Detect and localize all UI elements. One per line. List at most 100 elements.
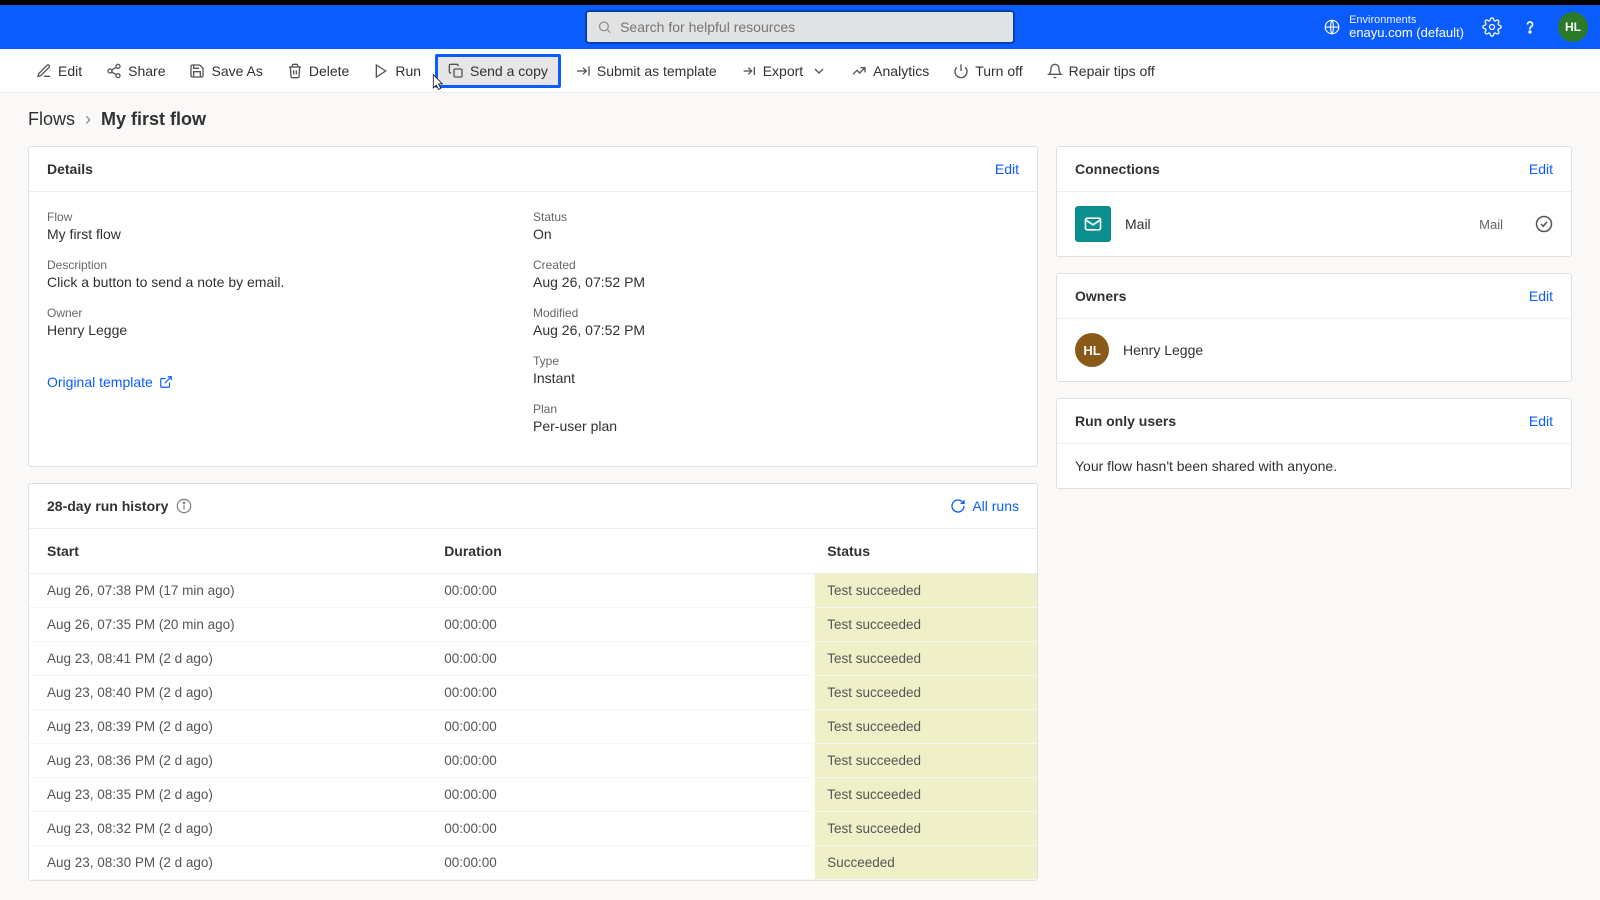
run-status: Test succeeded — [815, 812, 1037, 846]
run-history-table: Start Duration Status Aug 26, 07:38 PM (… — [29, 529, 1037, 880]
original-template-link[interactable]: Original template — [47, 374, 173, 390]
flow-value: My first flow — [47, 226, 533, 242]
environment-icon — [1323, 18, 1341, 36]
analytics-button[interactable]: Analytics — [841, 57, 939, 85]
breadcrumb-root[interactable]: Flows — [28, 109, 75, 130]
owner-label: Owner — [47, 306, 533, 320]
description-value: Click a button to send a note by email. — [47, 274, 533, 290]
owner-value: Henry Legge — [47, 322, 533, 338]
info-icon[interactable] — [176, 498, 192, 514]
run-only-empty-text: Your flow hasn't been shared with anyone… — [1075, 458, 1337, 474]
run-status: Test succeeded — [815, 744, 1037, 778]
run-start: Aug 23, 08:41 PM (2 d ago) — [29, 642, 432, 676]
connections-edit-link[interactable]: Edit — [1529, 161, 1553, 177]
owner-avatar: HL — [1075, 333, 1109, 367]
run-button[interactable]: Run — [363, 57, 431, 85]
mail-icon — [1075, 206, 1111, 242]
table-row[interactable]: Aug 23, 08:39 PM (2 d ago)00:00:00Test s… — [29, 710, 1037, 744]
run-duration: 00:00:00 — [432, 608, 815, 642]
table-row[interactable]: Aug 23, 08:32 PM (2 d ago)00:00:00Test s… — [29, 812, 1037, 846]
submit-template-button[interactable]: Submit as template — [565, 57, 727, 85]
run-duration: 00:00:00 — [432, 710, 815, 744]
send-copy-button[interactable]: Send a copy — [435, 54, 561, 88]
environment-name: enayu.com (default) — [1349, 26, 1464, 40]
run-start: Aug 23, 08:40 PM (2 d ago) — [29, 676, 432, 710]
run-duration: 00:00:00 — [432, 812, 815, 846]
repair-tips-button[interactable]: Repair tips off — [1037, 57, 1165, 85]
run-duration: 00:00:00 — [432, 744, 815, 778]
status-value: On — [533, 226, 1019, 242]
settings-icon[interactable] — [1482, 17, 1502, 37]
run-history-card: 28-day run history All runs Start Durati… — [28, 483, 1038, 881]
run-only-title: Run only users — [1075, 413, 1176, 429]
table-row[interactable]: Aug 26, 07:35 PM (20 min ago)00:00:00Tes… — [29, 608, 1037, 642]
owners-title: Owners — [1075, 288, 1126, 304]
run-only-edit-link[interactable]: Edit — [1529, 413, 1553, 429]
table-row[interactable]: Aug 26, 07:38 PM (17 min ago)00:00:00Tes… — [29, 574, 1037, 608]
connection-row[interactable]: Mail Mail — [1075, 206, 1553, 242]
created-label: Created — [533, 258, 1019, 272]
details-card: Details Edit FlowMy first flow Descripti… — [28, 146, 1038, 467]
owners-edit-link[interactable]: Edit — [1529, 288, 1553, 304]
run-status: Test succeeded — [815, 676, 1037, 710]
connection-name: Mail — [1125, 216, 1151, 232]
table-row[interactable]: Aug 23, 08:35 PM (2 d ago)00:00:00Test s… — [29, 778, 1037, 812]
modified-label: Modified — [533, 306, 1019, 320]
turnoff-button[interactable]: Turn off — [943, 57, 1032, 85]
saveas-button[interactable]: Save As — [179, 57, 272, 85]
col-status[interactable]: Status — [815, 529, 1037, 574]
command-bar: Edit Share Save As Delete Run Send a cop… — [0, 49, 1600, 93]
table-row[interactable]: Aug 23, 08:36 PM (2 d ago)00:00:00Test s… — [29, 744, 1037, 778]
chevron-right-icon: › — [85, 109, 91, 130]
external-link-icon — [159, 375, 173, 389]
run-duration: 00:00:00 — [432, 642, 815, 676]
check-circle-icon — [1535, 215, 1553, 233]
created-value: Aug 26, 07:52 PM — [533, 274, 1019, 290]
flow-label: Flow — [47, 210, 533, 224]
table-row[interactable]: Aug 23, 08:40 PM (2 d ago)00:00:00Test s… — [29, 676, 1037, 710]
run-duration: 00:00:00 — [432, 778, 815, 812]
col-start[interactable]: Start — [29, 529, 432, 574]
all-runs-link[interactable]: All runs — [950, 498, 1019, 514]
user-avatar[interactable]: HL — [1558, 12, 1588, 42]
run-status: Test succeeded — [815, 608, 1037, 642]
connections-title: Connections — [1075, 161, 1160, 177]
breadcrumb-leaf: My first flow — [101, 109, 206, 130]
modified-value: Aug 26, 07:52 PM — [533, 322, 1019, 338]
run-status: Test succeeded — [815, 778, 1037, 812]
run-only-users-card: Run only users Edit Your flow hasn't bee… — [1056, 398, 1572, 489]
connections-card: Connections Edit Mail Mail — [1056, 146, 1572, 257]
environment-label: Environments — [1349, 14, 1464, 26]
table-row[interactable]: Aug 23, 08:30 PM (2 d ago)00:00:00Succee… — [29, 846, 1037, 880]
connection-type: Mail — [1479, 217, 1503, 232]
plan-label: Plan — [533, 402, 1019, 416]
details-edit-link[interactable]: Edit — [995, 161, 1019, 177]
run-start: Aug 23, 08:35 PM (2 d ago) — [29, 778, 432, 812]
export-button[interactable]: Export — [731, 57, 837, 85]
environment-picker[interactable]: Environments enayu.com (default) — [1323, 14, 1464, 40]
details-title: Details — [47, 161, 93, 177]
edit-button[interactable]: Edit — [26, 57, 92, 85]
delete-button[interactable]: Delete — [277, 57, 359, 85]
status-label: Status — [533, 210, 1019, 224]
run-status: Test succeeded — [815, 642, 1037, 676]
type-value: Instant — [533, 370, 1019, 386]
owner-row[interactable]: HL Henry Legge — [1075, 333, 1553, 367]
run-status: Test succeeded — [815, 710, 1037, 744]
table-row[interactable]: Aug 23, 08:41 PM (2 d ago)00:00:00Test s… — [29, 642, 1037, 676]
run-start: Aug 26, 07:35 PM (20 min ago) — [29, 608, 432, 642]
search-input[interactable] — [620, 19, 1003, 35]
search-box[interactable] — [585, 10, 1015, 44]
run-duration: 00:00:00 — [432, 574, 815, 608]
col-duration[interactable]: Duration — [432, 529, 815, 574]
run-start: Aug 23, 08:30 PM (2 d ago) — [29, 846, 432, 880]
share-button[interactable]: Share — [96, 57, 175, 85]
run-start: Aug 23, 08:32 PM (2 d ago) — [29, 812, 432, 846]
run-history-title: 28-day run history — [47, 498, 168, 514]
owner-name: Henry Legge — [1123, 342, 1203, 358]
help-icon[interactable] — [1520, 17, 1540, 37]
search-icon — [597, 19, 612, 35]
chevron-down-icon — [811, 63, 827, 79]
owners-card: Owners Edit HL Henry Legge — [1056, 273, 1572, 382]
run-start: Aug 23, 08:39 PM (2 d ago) — [29, 710, 432, 744]
